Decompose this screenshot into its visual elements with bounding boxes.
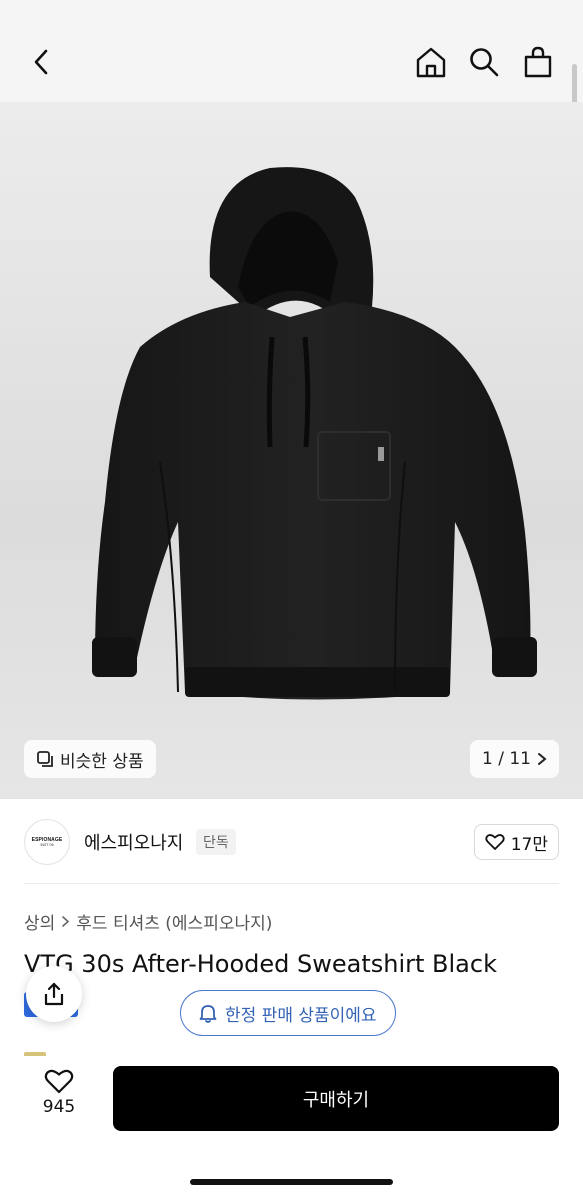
product-image: [92, 167, 537, 700]
bottom-action-bar: 945 구매하기: [0, 1056, 583, 1200]
brand-row: ESPIONAGE INST.'06 에스피오나지 단독 17만: [0, 815, 583, 869]
bell-icon: [199, 1005, 217, 1023]
back-button[interactable]: [22, 42, 62, 82]
wishlist-button[interactable]: 945: [24, 1068, 94, 1117]
brand-like-button[interactable]: 17만: [473, 824, 559, 860]
breadcrumb-item-subcategory[interactable]: 후드 티셔츠 (에스피오나지): [76, 909, 272, 934]
shopping-bag-button[interactable]: [518, 42, 558, 82]
similar-items-icon: [37, 751, 53, 767]
similar-items-label: 비슷한 상품: [60, 751, 144, 772]
breadcrumb: 상의 후드 티셔츠 (에스피오나지): [24, 909, 272, 934]
wishlist-count: 945: [42, 1097, 76, 1117]
share-icon: [44, 982, 64, 1006]
product-title: VTG 30s After-Hooded Sweatshirt Black: [24, 950, 497, 978]
home-button[interactable]: [411, 42, 451, 82]
brand-logo[interactable]: ESPIONAGE INST.'06: [24, 819, 70, 865]
limited-sale-label: 한정 판매 상품이에요: [225, 1005, 377, 1026]
image-counter-text: 1 / 11: [482, 749, 531, 769]
similar-items-button[interactable]: 비슷한 상품: [24, 740, 156, 778]
buy-button-label: 구매하기: [302, 1089, 370, 1111]
limited-sale-notice[interactable]: 한정 판매 상품이에요: [180, 990, 396, 1036]
heart-outline-icon: [485, 834, 505, 850]
buy-button[interactable]: 구매하기: [113, 1066, 559, 1131]
divider: [24, 883, 559, 884]
top-navigation-bar: [0, 0, 583, 142]
chevron-right-icon: [62, 916, 70, 927]
breadcrumb-item-category[interactable]: 상의: [24, 909, 55, 934]
image-counter[interactable]: 1 / 11: [470, 740, 559, 778]
home-icon: [416, 47, 446, 78]
exclusive-badge: 단독: [196, 829, 236, 855]
heart-outline-icon: [44, 1069, 74, 1094]
brand-name[interactable]: 에스피오나지: [84, 829, 183, 855]
chevron-right-icon: [538, 753, 547, 765]
brand-logo-subtext: INST.'06: [40, 843, 54, 847]
chevron-left-icon: [34, 49, 48, 75]
home-indicator: [190, 1179, 393, 1185]
brand-like-count: 17만: [510, 834, 548, 855]
shopping-bag-icon: [524, 46, 552, 78]
rating-row-partial: [24, 1042, 184, 1056]
product-image-carousel[interactable]: 비슷한 상품 1 / 11: [0, 102, 583, 799]
search-button[interactable]: [464, 42, 504, 82]
search-icon: [470, 48, 499, 77]
share-button[interactable]: [26, 966, 82, 1022]
